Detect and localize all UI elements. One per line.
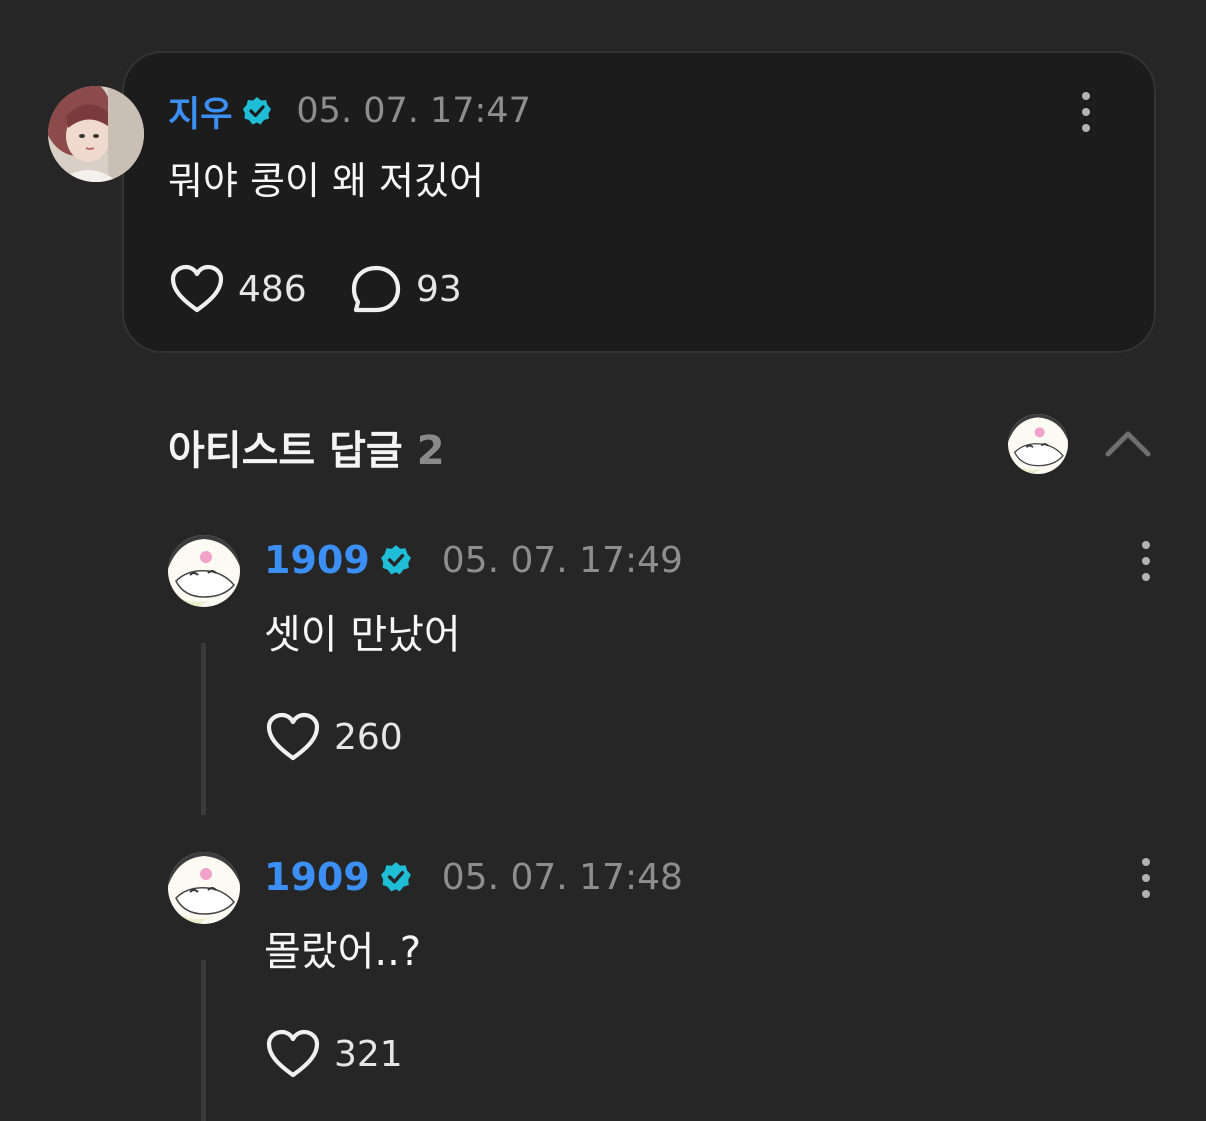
- reply-author-name[interactable]: 1909: [264, 855, 370, 899]
- reply-author-avatar[interactable]: [168, 535, 240, 607]
- post-header: 지우 05. 07. 17:47: [168, 86, 531, 136]
- verified-badge-icon: [380, 861, 412, 893]
- like-count: 486: [238, 268, 307, 310]
- reply-text: 몰랐어..?: [264, 929, 422, 975]
- like-button[interactable]: 486: [170, 264, 307, 314]
- more-vertical-icon[interactable]: [1080, 92, 1092, 132]
- heart-icon: [266, 712, 320, 761]
- reply-author-avatar[interactable]: [168, 852, 240, 924]
- reply-like-button[interactable]: 260: [266, 712, 403, 762]
- collapse-button[interactable]: [1104, 428, 1152, 462]
- post-timestamp: 05. 07. 17:47: [296, 91, 531, 131]
- heart-icon: [266, 1029, 320, 1078]
- reply-like-count: 321: [334, 1033, 403, 1075]
- author-name[interactable]: 지우: [168, 86, 232, 137]
- more-vertical-icon[interactable]: [1140, 858, 1152, 898]
- reply-header: 1909 05. 07. 17:48: [264, 852, 683, 902]
- reply-text: 셋이 만났어: [264, 612, 461, 658]
- artist-avatar[interactable]: [1008, 414, 1068, 474]
- chevron-up-icon: [1105, 431, 1151, 457]
- reply-like-button[interactable]: 321: [266, 1029, 403, 1079]
- reply-timestamp: 05. 07. 17:48: [441, 856, 683, 898]
- verified-badge-icon: [242, 96, 272, 126]
- reply-header: 1909 05. 07. 17:49: [264, 535, 683, 585]
- reply-timestamp: 05. 07. 17:49: [441, 539, 683, 581]
- comment-button[interactable]: 93: [350, 264, 462, 314]
- author-avatar[interactable]: [48, 86, 144, 182]
- reply-author-name[interactable]: 1909: [264, 538, 370, 582]
- heart-icon: [170, 264, 224, 313]
- comment-count: 93: [416, 268, 462, 310]
- replies-title: 아티스트 답글: [168, 428, 403, 474]
- replies-count: 2: [416, 428, 445, 474]
- thread-line: [201, 643, 206, 815]
- more-vertical-icon[interactable]: [1140, 541, 1152, 581]
- post-text: 뭐야 콩이 왜 저깄어: [168, 159, 484, 203]
- artist-replies-header: 아티스트 답글 2: [168, 418, 445, 476]
- thread-line: [201, 960, 206, 1121]
- verified-badge-icon: [380, 544, 412, 576]
- reply-like-count: 260: [334, 716, 403, 758]
- comment-bubble-icon: [351, 265, 401, 313]
